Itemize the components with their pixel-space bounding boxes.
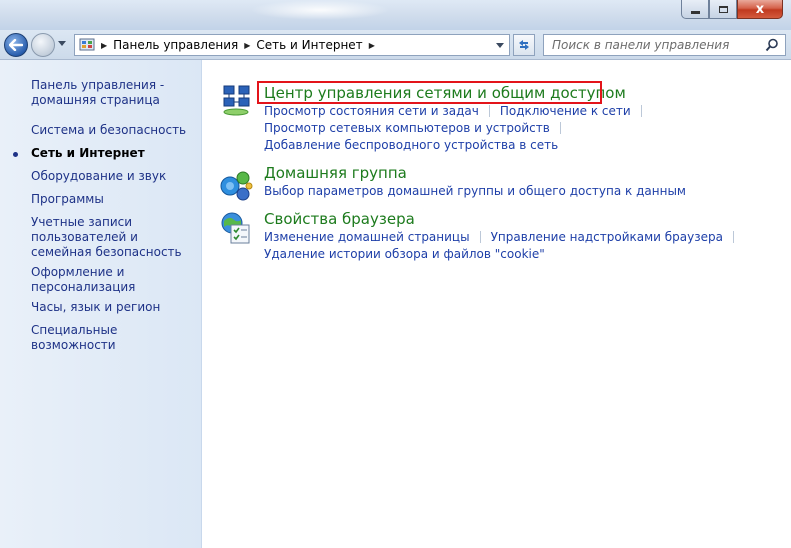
link-separator [479,231,481,243]
title-bar: x [0,0,791,30]
sidebar-item-appearance[interactable]: Оформление и персонализация [31,265,196,295]
maximize-button[interactable] [709,0,737,19]
minimize-button[interactable] [681,0,709,19]
current-item-bullet-icon [13,152,18,157]
link-separator [733,231,734,243]
delete-browsing-history-link[interactable]: Удаление истории обзора и файлов "cookie… [264,247,545,261]
homegroup-link[interactable]: Домашняя группа [264,164,407,182]
homegroup-icon [220,171,253,201]
back-arrow-icon [9,39,23,51]
sidebar-item-system-security[interactable]: Система и безопасность [31,123,196,138]
network-center-icon [223,85,250,116]
network-links-row-2: Просмотр сетевых компьютеров и устройств [264,121,571,135]
view-network-computers-link[interactable]: Просмотр сетевых компьютеров и устройств [264,121,550,135]
internet-options-links-row-1: Изменение домашней страницы Управление н… [264,230,744,244]
address-history-dropdown-icon[interactable] [496,43,504,48]
network-links-row-1: Просмотр состояния сети и задач Подключе… [264,104,652,118]
sidebar-item-accessibility[interactable]: Специальные возможности [31,323,196,353]
highlight-box [257,81,602,104]
refresh-button[interactable] [513,34,535,56]
breadcrumb-separator-icon[interactable]: ▶ [101,41,107,50]
window-controls: x [681,0,783,19]
minimize-icon [690,10,700,14]
connect-to-network-link[interactable]: Подключение к сети [500,104,631,118]
change-home-page-link[interactable]: Изменение домашней страницы [264,230,470,244]
internet-options-links-row-2: Удаление истории обзора и файлов "cookie… [264,247,545,261]
control-panel-icon [79,38,95,51]
link-separator [559,122,561,134]
search-input[interactable] [544,35,767,55]
manage-addons-link[interactable]: Управление надстройками браузера [491,230,723,244]
back-button[interactable] [4,33,28,57]
control-panel-home-link[interactable]: Панель управления - домашняя страница [31,78,196,108]
navigation-bar: ▶ Панель управления ▶ Сеть и Интернет ▶ [0,30,791,60]
breadcrumb-separator-icon[interactable]: ▶ [369,41,375,50]
homegroup-links-row: Выбор параметров домашней группы и общег… [264,184,686,198]
maximize-icon [718,5,728,13]
network-links-row-3: Добавление беспроводного устройства в се… [264,138,558,152]
sidebar-item-user-accounts[interactable]: Учетные записи пользователей и семейная … [31,215,196,260]
homegroup-settings-link[interactable]: Выбор параметров домашней группы и общег… [264,184,686,198]
refresh-icon [519,40,529,50]
close-button[interactable]: x [737,0,783,19]
internet-options-icon [221,212,250,244]
link-separator [488,105,490,117]
sidebar-item-clock-language-region[interactable]: Часы, язык и регион [31,300,196,315]
address-bar[interactable]: ▶ Панель управления ▶ Сеть и Интернет ▶ [74,34,510,56]
sidebar-item-hardware-sound[interactable]: Оборудование и звук [31,169,196,184]
breadcrumb-separator-icon[interactable]: ▶ [244,41,250,50]
add-wireless-device-link[interactable]: Добавление беспроводного устройства в се… [264,138,558,152]
forward-button[interactable] [31,33,55,57]
sidebar-item-programs[interactable]: Программы [31,192,196,207]
title-glow [250,0,390,20]
breadcrumb-control-panel[interactable]: Панель управления [113,38,238,52]
link-separator [640,105,642,117]
recent-pages-dropdown-icon[interactable] [58,41,66,46]
close-icon: x [755,1,765,17]
breadcrumb-network-internet[interactable]: Сеть и Интернет [256,38,362,52]
search-box[interactable] [543,34,786,56]
internet-options-link[interactable]: Свойства браузера [264,210,415,228]
search-icon[interactable] [765,38,779,52]
sidebar-item-network-internet: Сеть и Интернет [31,146,145,160]
view-network-status-link[interactable]: Просмотр состояния сети и задач [264,104,479,118]
